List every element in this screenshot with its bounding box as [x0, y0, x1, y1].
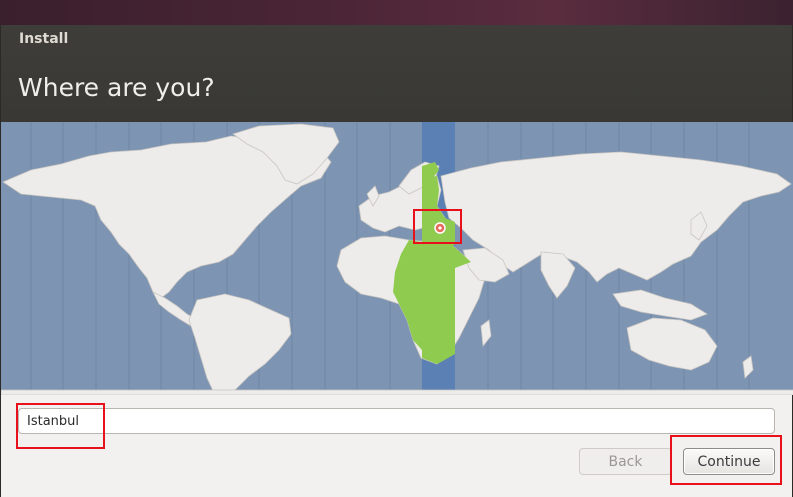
back-button[interactable]: Back: [579, 448, 672, 475]
antarctica: [1, 389, 793, 395]
installer-window: Install Where are you? Istanbul Back Con…: [0, 25, 793, 497]
world-map[interactable]: [1, 122, 793, 395]
timezone-map[interactable]: [1, 122, 793, 395]
installer-header: Install Where are you?: [1, 25, 792, 122]
continue-button[interactable]: Continue: [683, 448, 775, 475]
desktop-background: [0, 0, 793, 25]
window-title: Install: [19, 31, 69, 47]
location-input[interactable]: [18, 408, 775, 434]
page-title: Where are you?: [18, 73, 215, 102]
location-pin-icon[interactable]: [434, 222, 446, 234]
